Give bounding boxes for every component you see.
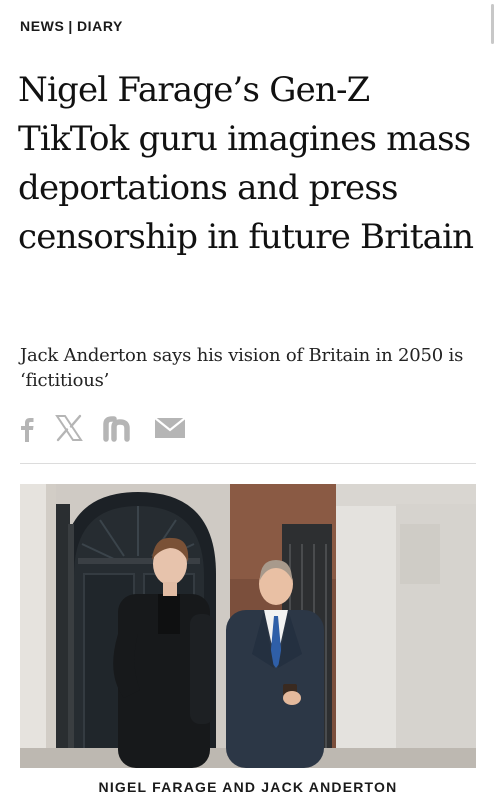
email-icon[interactable] [154, 415, 186, 446]
section-news-link[interactable]: NEWS [20, 18, 64, 34]
article-standfirst: Jack Anderton says his vision of Britain… [20, 345, 464, 391]
article-headline: Nigel Farage’s Gen-Z TikTok guru imagine… [18, 70, 474, 257]
divider [20, 463, 476, 464]
photo-caption: NIGEL FARAGE AND JACK ANDERTON [98, 779, 398, 795]
facebook-icon[interactable] [18, 412, 36, 449]
article-photo[interactable] [20, 484, 476, 768]
section-diary-link[interactable]: DIARY [77, 18, 123, 34]
section-kicker[interactable]: NEWS | DIARY [20, 18, 123, 34]
section-separator: | [68, 18, 73, 34]
scrollbar[interactable] [491, 4, 494, 44]
x-icon[interactable] [54, 413, 84, 448]
share-bar [18, 412, 186, 448]
news-n-icon[interactable] [102, 413, 136, 448]
